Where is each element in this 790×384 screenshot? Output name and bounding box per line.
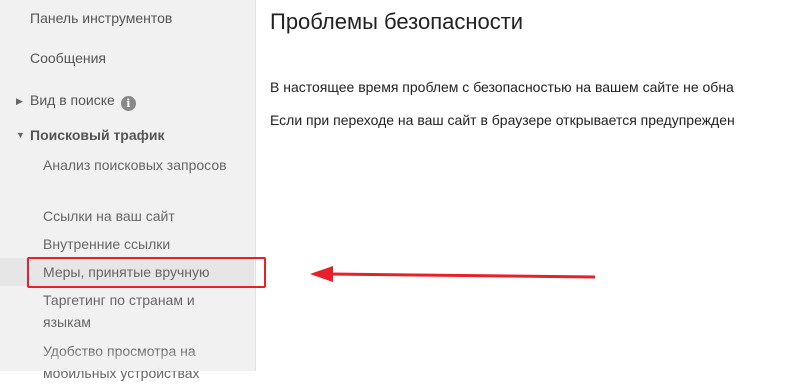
arrow-head: [310, 266, 333, 282]
annotation-arrow: [310, 266, 596, 282]
arrow-line: [329, 272, 596, 279]
